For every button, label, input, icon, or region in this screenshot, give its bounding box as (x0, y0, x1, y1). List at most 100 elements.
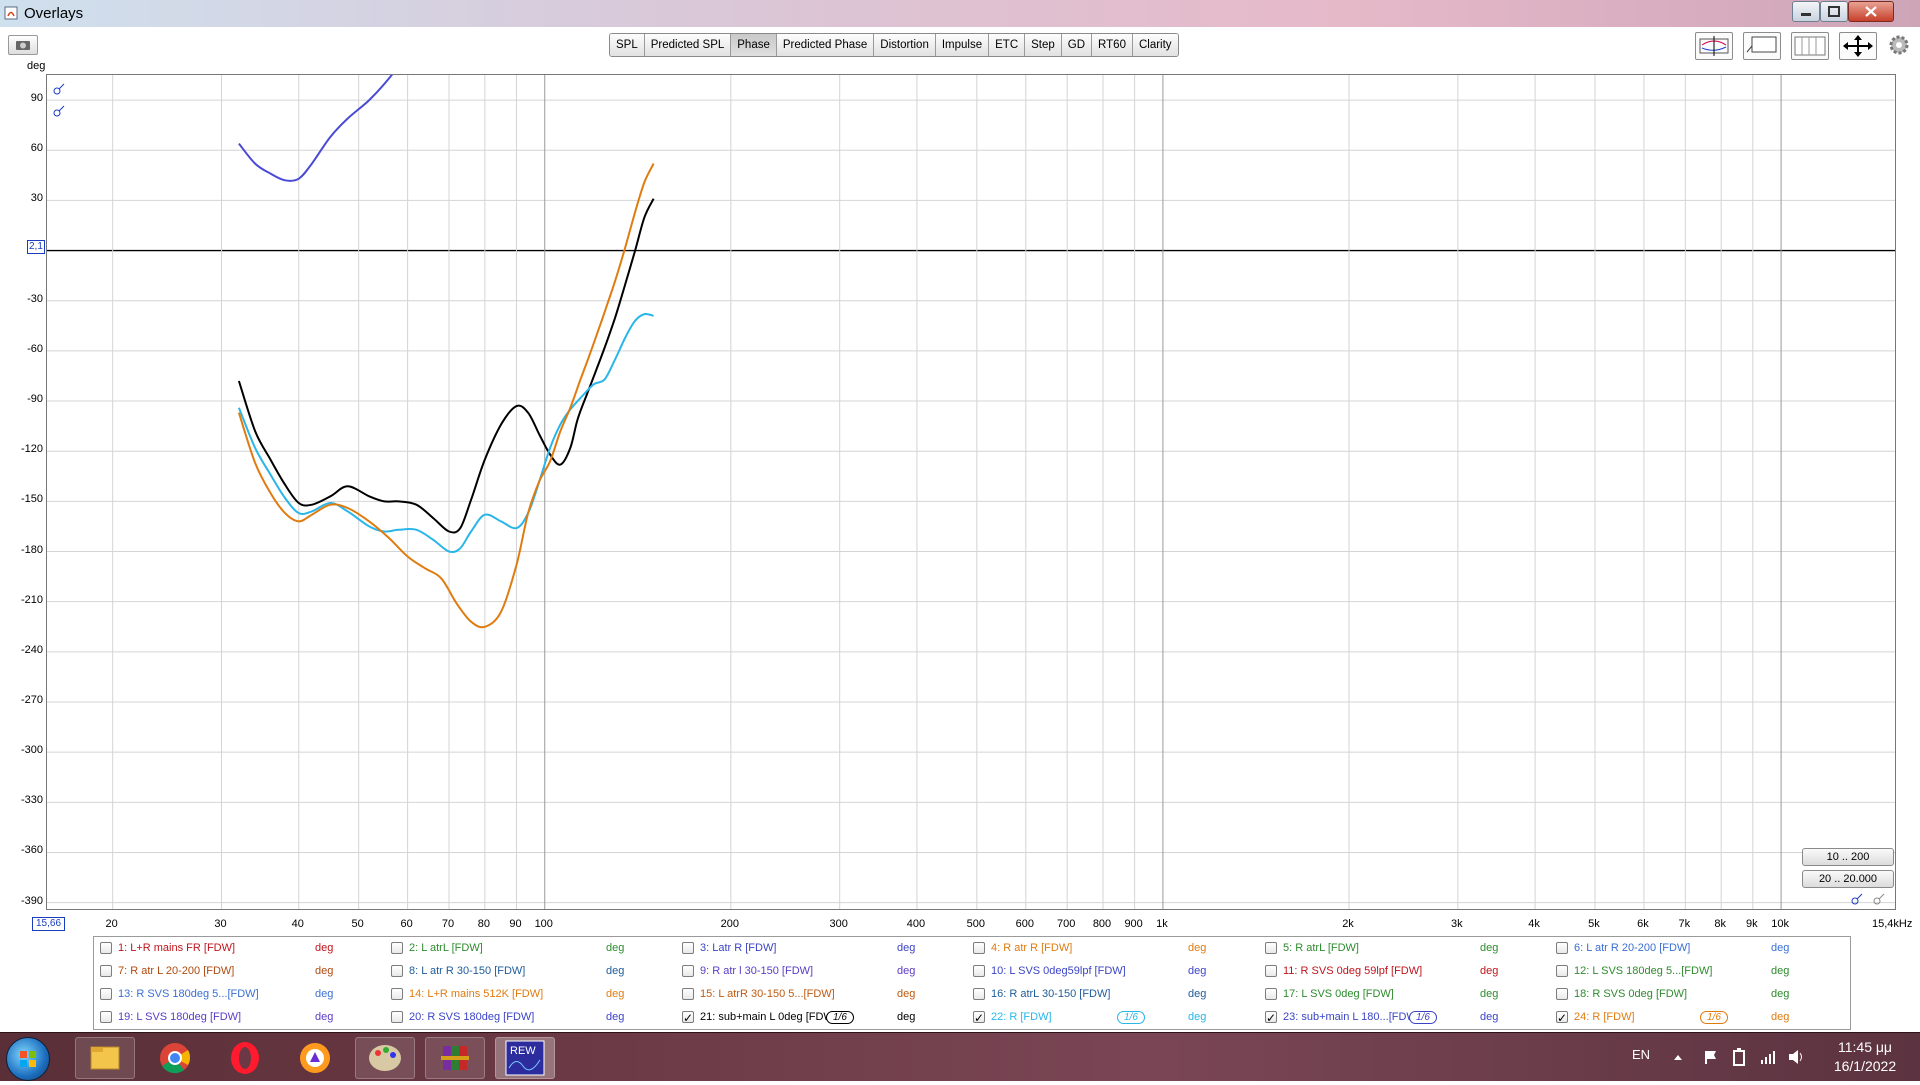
taskbar-brave[interactable] (285, 1037, 345, 1079)
x-start-value[interactable]: 15,66 (32, 917, 66, 931)
tab-predicted-phase[interactable]: Predicted Phase (776, 34, 875, 56)
legend-item[interactable]: 5: R atrL [FDW] deg (1259, 937, 1549, 960)
legend-checkbox[interactable] (973, 988, 985, 1000)
legend-checkbox[interactable] (682, 965, 694, 977)
taskbar-explorer[interactable] (75, 1037, 135, 1079)
legend-item[interactable]: 22: R [FDW] 1/6 deg (967, 1006, 1257, 1030)
legend-checkbox[interactable] (973, 942, 985, 954)
legend-item[interactable]: 1: L+R mains FR [FDW] deg (94, 937, 384, 960)
legend-unit: deg (897, 942, 916, 954)
tab-gd[interactable]: GD (1061, 34, 1093, 56)
legend-item[interactable]: 9: R atr l 30-150 [FDW] deg (676, 960, 966, 983)
tab-rt60[interactable]: RT60 (1092, 34, 1133, 56)
taskbar-chrome[interactable] (145, 1037, 205, 1079)
legend-checkbox[interactable] (682, 1007, 694, 1030)
language-indicator[interactable]: EN (1632, 1047, 1650, 1062)
panel-icon (1746, 36, 1777, 53)
legend-item[interactable]: 2: L atrL [FDW] deg (385, 937, 675, 960)
legend-item[interactable]: 13: R SVS 180deg 5...[FDW] deg (94, 983, 384, 1006)
legend-item[interactable]: 19: L SVS 180deg [FDW] deg (94, 1006, 384, 1029)
legend-checkbox[interactable] (1556, 988, 1568, 1000)
smoothing-badge[interactable]: 1/6 (1117, 1011, 1145, 1024)
legend-checkbox[interactable] (1265, 942, 1277, 954)
phase-graph[interactable] (46, 74, 1896, 910)
range-20-20000-button[interactable]: 20 .. 20.000 (1802, 870, 1894, 888)
legend-checkbox[interactable] (973, 965, 985, 977)
legend-item[interactable]: 3: Latr R [FDW] deg (676, 937, 966, 960)
capture-button[interactable] (8, 35, 38, 55)
tab-step[interactable]: Step (1025, 34, 1062, 56)
tab-clarity[interactable]: Clarity (1132, 34, 1178, 56)
zoom-in-x-icon[interactable] (1850, 892, 1864, 906)
clock[interactable]: 11:45 μμ 16/1/2022 (1820, 1038, 1910, 1076)
legend-item[interactable]: 17: L SVS 0deg [FDW] deg (1259, 983, 1549, 1006)
tab-distortion[interactable]: Distortion (874, 34, 936, 56)
legend-item[interactable]: 8: L atr R 30-150 [FDW] deg (385, 960, 675, 983)
legend-item[interactable]: 14: L+R mains 512K [FDW] deg (385, 983, 675, 1006)
legend-item[interactable]: 15: L atrR 30-150 5...[FDW] deg (676, 983, 966, 1006)
smoothing-badge[interactable]: 1/6 (826, 1011, 854, 1024)
tab-etc[interactable]: ETC (989, 34, 1026, 56)
x-tick-label: 700 (1056, 918, 1076, 930)
legend-item[interactable]: 7: R atr L 20-200 [FDW] deg (94, 960, 384, 983)
legend-checkbox[interactable] (682, 988, 694, 1000)
legend-checkbox[interactable] (100, 1011, 112, 1023)
power-icon[interactable] (1731, 1048, 1747, 1066)
legend-item[interactable]: 16: R atrL 30-150 [FDW] deg (967, 983, 1257, 1006)
tab-spl[interactable]: SPL (610, 34, 645, 56)
volume-icon[interactable] (1788, 1049, 1806, 1065)
legend-checkbox[interactable] (1556, 965, 1568, 977)
legend-checkbox[interactable] (391, 965, 403, 977)
legend-checkbox[interactable] (1265, 988, 1277, 1000)
smoothing-badge[interactable]: 1/6 (1409, 1011, 1437, 1024)
legend-checkbox[interactable] (391, 942, 403, 954)
legend-checkbox[interactable] (1556, 942, 1568, 954)
legend-item[interactable]: 4: R atr R [FDW] deg (967, 937, 1257, 960)
settings-button[interactable] (1887, 33, 1911, 57)
legend-item[interactable]: 10: L SVS 0deg59lpf [FDW] deg (967, 960, 1257, 983)
legend-checkbox[interactable] (1265, 1007, 1277, 1030)
show-hidden-icons-icon[interactable] (1672, 1051, 1684, 1063)
legend-item[interactable]: 12: L SVS 180deg 5...[FDW] deg (1550, 960, 1840, 983)
close-button[interactable] (1848, 1, 1894, 22)
minimize-button[interactable] (1792, 1, 1820, 22)
legend-checkbox[interactable] (100, 965, 112, 977)
tab-impulse[interactable]: Impulse (935, 34, 990, 56)
maximize-button[interactable] (1820, 1, 1848, 22)
network-icon[interactable] (1760, 1049, 1776, 1065)
vertical-align-button[interactable] (1695, 32, 1733, 60)
legend-checkbox[interactable] (100, 988, 112, 1000)
taskbar-winrar[interactable] (425, 1037, 485, 1079)
legend-checkbox[interactable] (682, 942, 694, 954)
range-10-200-button[interactable]: 10 .. 200 (1802, 848, 1894, 866)
legend-item[interactable]: 6: L atr R 20-200 [FDW] deg (1550, 937, 1840, 960)
start-button[interactable] (6, 1037, 50, 1081)
legend-checkbox[interactable] (973, 1007, 985, 1030)
smoothing-badge[interactable]: 1/6 (1700, 1011, 1728, 1024)
tab-predicted-spl[interactable]: Predicted SPL (644, 34, 732, 56)
zoom-out-y-icon[interactable] (53, 105, 67, 117)
pan-zoom-button[interactable] (1839, 32, 1877, 60)
taskbar-paint[interactable] (355, 1037, 415, 1079)
legend-checkbox[interactable] (391, 988, 403, 1000)
legend-checkbox[interactable] (1556, 1007, 1568, 1030)
y-cursor-value[interactable]: 2,1 (27, 240, 45, 254)
legend-item[interactable]: 23: sub+main L 180...[FDW1/6 deg (1259, 1006, 1549, 1030)
zoom-in-y-icon[interactable] (53, 83, 67, 95)
limits-button[interactable] (1791, 32, 1829, 60)
controls-panel-button[interactable] (1743, 32, 1781, 60)
legend-checkbox[interactable] (391, 1011, 403, 1023)
legend-item[interactable]: 21: sub+main L 0deg [FDW1/6 deg (676, 1006, 966, 1030)
taskbar-opera[interactable] (215, 1037, 275, 1079)
taskbar-rew[interactable]: REW (495, 1037, 555, 1079)
legend-item[interactable]: 18: R SVS 0deg [FDW] deg (1550, 983, 1840, 1006)
action-center-flag-icon[interactable] (1703, 1049, 1719, 1065)
legend-label: 11: R SVS 0deg 59lpf [FDW] (1283, 965, 1423, 977)
legend-checkbox[interactable] (100, 942, 112, 954)
tab-phase[interactable]: Phase (731, 34, 777, 56)
legend-item[interactable]: 20: R SVS 180deg [FDW] deg (385, 1006, 675, 1029)
zoom-out-x-icon[interactable] (1872, 892, 1886, 906)
legend-item[interactable]: 24: R [FDW] 1/6 deg (1550, 1006, 1840, 1030)
legend-item[interactable]: 11: R SVS 0deg 59lpf [FDW] deg (1259, 960, 1549, 983)
legend-checkbox[interactable] (1265, 965, 1277, 977)
